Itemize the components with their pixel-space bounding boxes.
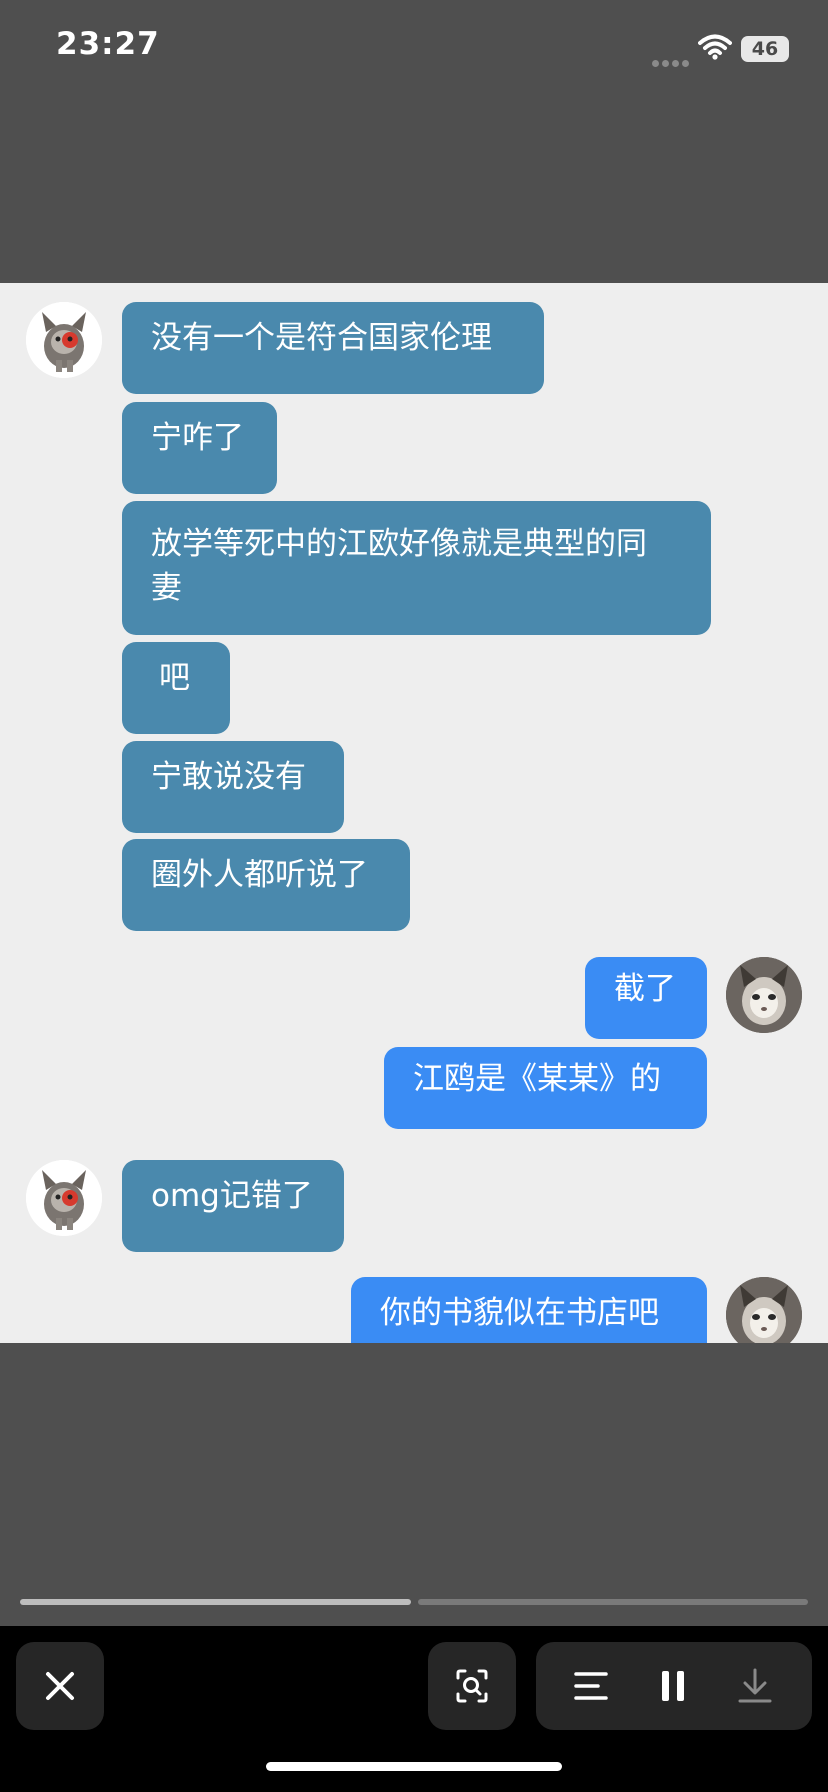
cat-avatar-image: [726, 957, 802, 1033]
pause-icon[interactable]: [660, 1670, 686, 1702]
kitten-avatar-image: [26, 1160, 102, 1236]
message-bubble-incoming: 放学等死中的江欧好像就是典型的同 妻: [122, 501, 711, 635]
image-search-icon: [456, 1669, 488, 1703]
media-control-group: [536, 1642, 812, 1730]
message-bubble-incoming: 宁敢说没有: [122, 741, 344, 833]
message-bubble-outgoing: 截了: [585, 957, 707, 1039]
signal-dots-icon: [652, 52, 692, 71]
progress-segment-1: [20, 1599, 411, 1605]
user-avatar: [726, 1277, 802, 1343]
chat-screenshot: 没有一个是符合国家伦理 宁咋了 放学等死中的江欧好像就是典型的同 妻 吧 宁敢说…: [0, 283, 828, 1343]
home-indicator[interactable]: [266, 1762, 562, 1771]
message-bubble-incoming: 圈外人都听说了: [122, 839, 410, 931]
message-bubble-outgoing: 你的书貌似在书店吧: [351, 1277, 707, 1343]
message-bubble-incoming: 吧: [122, 642, 230, 734]
kitten-avatar-image: [26, 302, 102, 378]
download-icon[interactable]: [738, 1668, 772, 1704]
status-bar: 23:27 46: [0, 0, 828, 100]
close-icon: [46, 1672, 74, 1700]
close-button[interactable]: [16, 1642, 104, 1730]
progress-segment-2: [418, 1599, 808, 1605]
text-lines-icon[interactable]: [574, 1670, 608, 1702]
cat-avatar-image: [726, 1277, 802, 1343]
message-bubble-incoming: 宁咋了: [122, 402, 277, 494]
contact-avatar: [26, 1160, 102, 1236]
message-bubble-incoming: omg记错了: [122, 1160, 344, 1252]
user-avatar: [726, 957, 802, 1033]
wifi-icon: [698, 34, 732, 60]
image-search-button[interactable]: [428, 1642, 516, 1730]
message-bubble-incoming: 没有一个是符合国家伦理: [122, 302, 544, 394]
contact-avatar: [26, 302, 102, 378]
battery-icon: 46: [741, 36, 789, 62]
message-bubble-outgoing: 江鸥是《某某》的: [384, 1047, 707, 1129]
status-time: 23:27: [56, 26, 160, 62]
